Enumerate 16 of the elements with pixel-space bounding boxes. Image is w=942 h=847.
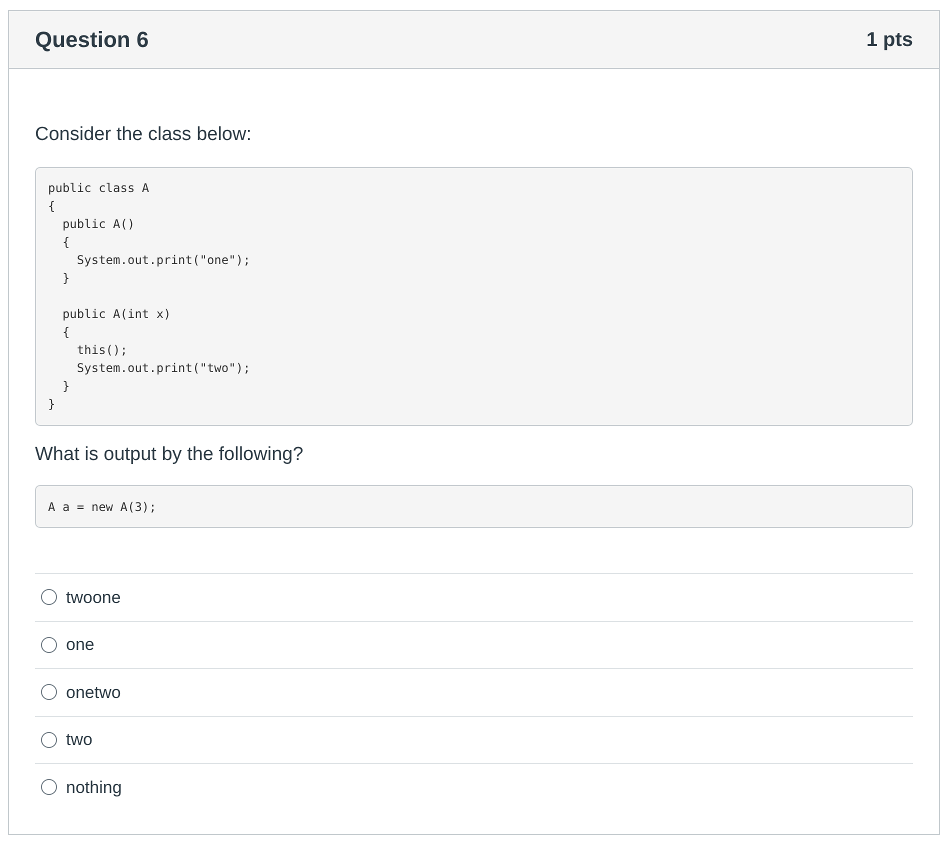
points-label: 1 pts [866, 28, 913, 52]
answer-option[interactable]: twoone [35, 573, 913, 620]
code-block: A a = new A(3); [35, 485, 913, 528]
radio-button[interactable] [41, 779, 57, 796]
radio-button[interactable] [41, 684, 57, 700]
radio-button[interactable] [41, 732, 57, 748]
answer-option[interactable]: onetwo [35, 668, 913, 716]
prompt-text: Consider the class below: [35, 123, 252, 147]
answer-option[interactable]: two [35, 716, 913, 763]
radio-button[interactable] [41, 589, 57, 606]
radio-button[interactable] [41, 636, 57, 653]
followup-text: What is output by the following? [35, 443, 304, 467]
code-block: public class A { public A() { System.out.print("one"); } public A(int x) { this(); System.out.print("two"); } } [35, 167, 913, 426]
question-title: Question 6 [35, 26, 149, 54]
answer-option[interactable]: nothing [35, 763, 913, 810]
answer-option[interactable]: one [35, 620, 913, 668]
